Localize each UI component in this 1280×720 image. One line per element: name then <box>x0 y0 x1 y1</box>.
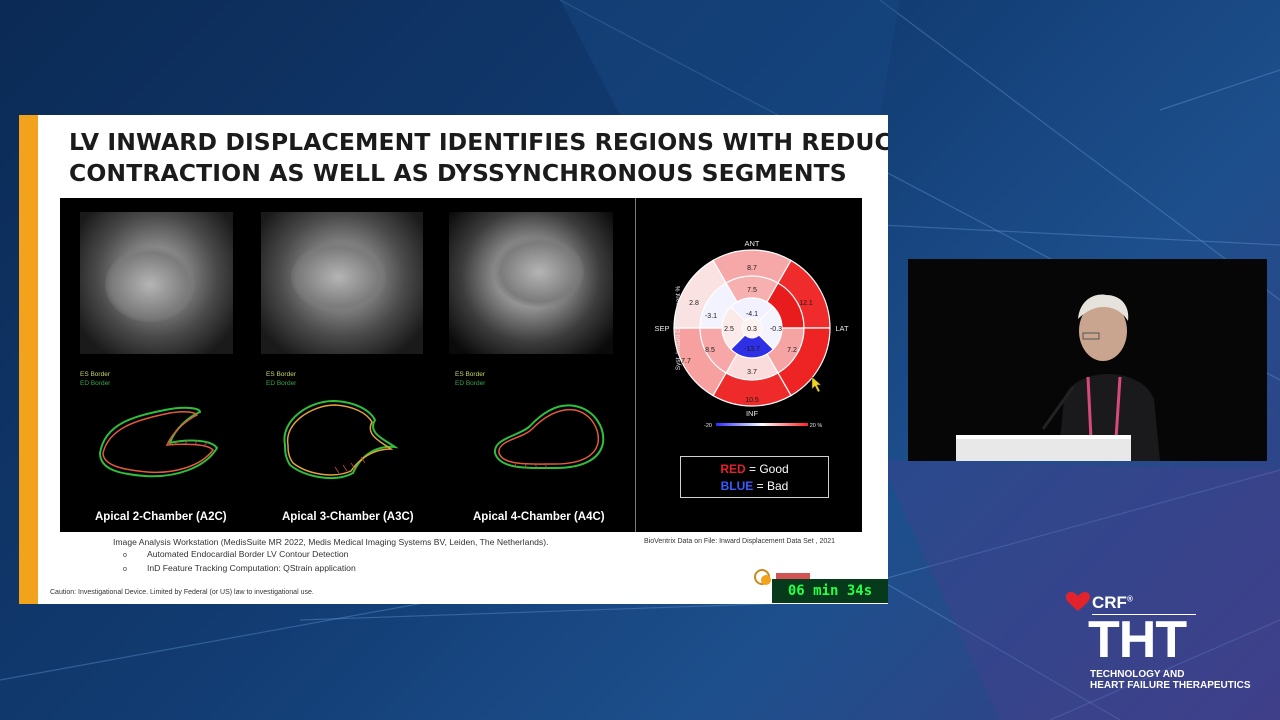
brand-tagline: TECHNOLOGY AND HEART FAILURE THERAPEUTIC… <box>1090 669 1251 691</box>
value-outer-antsep: 2.8 <box>689 300 699 307</box>
mouse-cursor-icon <box>811 376 822 393</box>
heart-icon <box>1066 592 1090 611</box>
border-legend-a3c: ES Border ED Border <box>266 371 297 387</box>
slide-accent-bar <box>19 115 38 604</box>
bullseye-plot: 8.7 12.1 2.8 7.7 10.5 7.5 -3.1 8.5 3.7 7… <box>654 239 849 429</box>
scale-max: 20 % <box>810 423 823 429</box>
view-label-a3c: Apical 3-Chamber (A3C) <box>282 511 414 523</box>
value-apical-ant: -4.1 <box>746 311 758 318</box>
value-apical-sep: 2.5 <box>724 326 734 333</box>
label-inf: INF <box>746 409 759 418</box>
slide-title-line1: LV INWARD DISPLACEMENT IDENTIFIES REGION… <box>69 128 888 156</box>
slide-title-line2: CONTRACTION AS WELL AS DYSSYNCHRONOUS SE… <box>69 159 847 187</box>
elapsed-timer: 06 min 34s <box>772 579 888 603</box>
label-lat: LAT <box>835 324 849 333</box>
value-apex: 0.3 <box>747 326 757 333</box>
value-mid-inf: 3.7 <box>747 369 757 376</box>
value-mid-ant: 7.5 <box>747 287 757 294</box>
border-legend-a2c: ES Border ED Border <box>80 371 111 387</box>
scale-min: -20 <box>704 423 712 429</box>
color-legend: RED = Good BLUE = Bad <box>680 456 829 498</box>
caution-notice: Caution: Investigational Device. Limited… <box>50 589 314 596</box>
footnote-source: BioVentrix Data on File: Inward Displace… <box>644 538 836 545</box>
contour-a4c <box>493 404 605 470</box>
view-label-a4c: Apical 4-Chamber (A4C) <box>473 511 605 523</box>
value-apical-inf: -13.7 <box>744 346 760 353</box>
mri-panel: ES Border ED Border ES Border ED Border … <box>60 198 635 532</box>
speaker-video <box>908 259 1267 461</box>
label-sep: SEP <box>654 324 669 333</box>
value-mid-antsep: -3.1 <box>705 313 717 320</box>
footnote-methods: Image Analysis Workstation (MedisSuite M… <box>113 537 549 573</box>
mri-image-a2c <box>80 212 233 354</box>
color-scale-bar <box>716 423 808 426</box>
contour-a3c <box>283 399 399 480</box>
axis-label: Syst. Inward Displacement % <box>675 286 682 371</box>
value-outer-antlat: 12.1 <box>799 300 813 307</box>
value-outer-ant: 8.7 <box>747 265 757 272</box>
brand-logo: CRF® THT TECHNOLOGY AND HEART FAILURE TH… <box>1066 590 1256 695</box>
crf-wordmark: CRF® <box>1092 593 1133 612</box>
value-outer-inf: 10.5 <box>745 397 759 404</box>
bullseye-panel: 8.7 12.1 2.8 7.7 10.5 7.5 -3.1 8.5 3.7 7… <box>636 198 862 532</box>
label-ant: ANT <box>745 239 760 248</box>
value-apical-lat: -0.3 <box>770 326 782 333</box>
value-mid-infsep: 8.5 <box>705 347 715 354</box>
presentation-slide: LV INWARD DISPLACEMENT IDENTIFIES REGION… <box>19 115 888 604</box>
value-outer-infsep: 7.7 <box>681 358 691 365</box>
mri-image-a3c <box>261 212 423 354</box>
contour-a2c <box>98 406 219 478</box>
slide-title: LV INWARD DISPLACEMENT IDENTIFIES REGION… <box>69 127 888 189</box>
mri-image-a4c <box>449 212 613 354</box>
view-label-a2c: Apical 2-Chamber (A2C) <box>95 511 227 523</box>
tht-wordmark: THT <box>1088 611 1187 669</box>
border-legend-a4c: ES Border ED Border <box>455 371 486 387</box>
value-mid-inflat: 7.2 <box>787 347 797 354</box>
